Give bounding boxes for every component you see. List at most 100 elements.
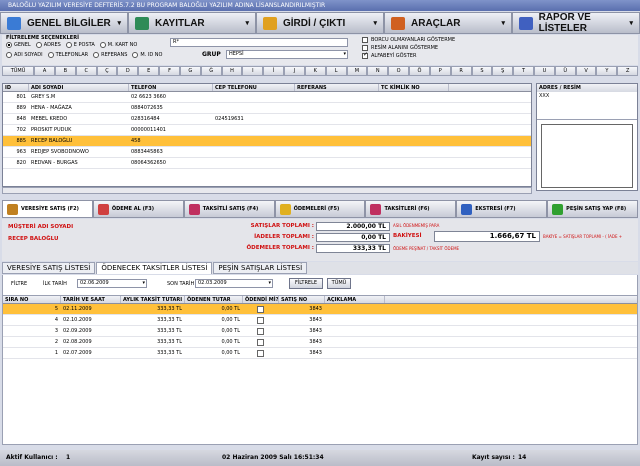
customer-row[interactable]: 963 REDJEP SVOBODNOWO 0883445863 [3, 147, 531, 158]
customer-row[interactable]: 885 RECEP BALOĞLU 458 [3, 136, 531, 147]
column-header[interactable]: TELEFON [129, 84, 213, 91]
group-select[interactable]: HEPSİ ▾ [226, 50, 348, 59]
filter-checkbox[interactable]: RESİM ALANINI GÖSTERME [362, 44, 455, 52]
calendar-dropdown-icon[interactable]: ▾ [268, 280, 271, 287]
list-tab-2[interactable]: PEŞİN SATIŞLAR LİSTESİ [213, 262, 308, 274]
customer-row[interactable]: 702 PROSKIT PUDUK 00000011401 [3, 125, 531, 136]
action-tab-0[interactable]: VERESİYE SATIŞ (F2) [2, 200, 93, 218]
calendar-dropdown-icon[interactable]: ▾ [142, 280, 145, 287]
letter-button[interactable]: A [34, 66, 55, 76]
letter-button[interactable]: C [75, 66, 97, 76]
letter-button[interactable]: U [534, 66, 555, 76]
list-tab-1[interactable]: ÖDENECEK TAKSİTLER LİSTESİ [96, 262, 213, 274]
action-tab-4[interactable]: TAKSİTLERİ (F6) [365, 200, 457, 218]
search-input[interactable]: R* [170, 38, 348, 47]
letter-button[interactable]: I [242, 66, 264, 76]
letter-button[interactable]: D [117, 66, 139, 76]
end-date-input[interactable]: 02.03.2009 ▾ [195, 279, 273, 288]
letter-button[interactable]: B [54, 66, 76, 76]
column-header[interactable]: ÖDENDİ Mİ? [243, 296, 279, 303]
installment-row[interactable]: 1 02.07.2009 333,33 TL 0,00 TL 3843 [3, 348, 637, 359]
filter-radio[interactable]: REFERANS [93, 52, 127, 58]
action-tab-3[interactable]: ÖDEMELERİ (F5) [274, 200, 366, 218]
paid-checkbox-cell [243, 337, 279, 347]
address-text[interactable]: XXX [537, 92, 637, 120]
statement-icon [461, 203, 473, 215]
letter-button[interactable]: Y [596, 66, 618, 76]
filter-radio[interactable]: E POSTA [65, 42, 95, 48]
column-header[interactable]: AYLIK TAKSİT TUTARI [121, 296, 185, 303]
letter-button[interactable]: TÜMÜ [2, 66, 35, 76]
letter-button[interactable]: M [346, 66, 368, 76]
letter-button[interactable]: P [429, 66, 451, 76]
letter-button[interactable]: T [513, 66, 534, 76]
installment-row[interactable]: 4 02.10.2009 333,33 TL 0,00 TL 3843 [3, 315, 637, 326]
all-button[interactable]: TÜMÜ [327, 278, 351, 289]
filter-radio[interactable]: M. KART NO [99, 42, 137, 48]
filter-button[interactable]: FİLTRELE [289, 278, 323, 289]
action-tab-5[interactable]: EKSTRESİ (F7) [456, 200, 548, 218]
menu-2[interactable]: GİRDİ / ÇIKTI ▾ [256, 12, 384, 34]
cell-paid: 0,00 TL [221, 317, 240, 323]
filter-radio[interactable]: TELEFONLAR [47, 52, 88, 58]
filter-radio[interactable]: GENEL [6, 42, 31, 48]
filter-checkbox[interactable]: ALFABEYİ GÖSTER [362, 51, 455, 60]
checkbox-icon[interactable] [257, 350, 264, 357]
filter-radio[interactable]: ADI SOYADI [6, 52, 43, 58]
filter-checkbox[interactable]: BORCU OLMAYANLARI GÖSTERME [362, 36, 455, 44]
customer-row[interactable]: 801 GREY S.M 02 6623 3660 [3, 92, 531, 103]
column-header[interactable]: ID [3, 84, 29, 91]
menu-1[interactable]: KAYITLAR ▾ [128, 12, 256, 34]
list-tab-0[interactable]: VERESİYE SATIŞ LİSTESİ [2, 262, 96, 274]
action-tab-6[interactable]: PEŞİN SATIŞ YAP (F8) [547, 200, 639, 218]
column-header[interactable]: ÖDENEN TUTAR [185, 296, 243, 303]
column-header[interactable]: SATIŞ NO [279, 296, 325, 303]
checkbox-icon[interactable] [257, 317, 264, 324]
menu-0[interactable]: GENEL BİLGİLER ▾ [0, 12, 128, 34]
column-header[interactable]: CEP TELEFONU [213, 84, 295, 91]
letter-button[interactable]: Ğ [200, 66, 222, 76]
installment-row[interactable]: 2 02.08.2009 333,33 TL 0,00 TL 3843 [3, 337, 637, 348]
customer-row[interactable]: 848 MEBEL KREDO 028316484 024519631 [3, 114, 531, 125]
letter-button[interactable]: R [450, 66, 472, 76]
letter-button[interactable]: Ü [554, 66, 576, 76]
letter-button[interactable]: F [159, 66, 180, 76]
checkbox-icon[interactable] [257, 339, 264, 346]
letter-button[interactable]: N [367, 66, 389, 76]
record-count-label: Kayıt sayısı : [472, 454, 515, 461]
letter-button[interactable]: J [284, 66, 305, 76]
letter-button[interactable]: Ç [96, 66, 118, 76]
column-header[interactable]: TARİH VE SAAT [61, 296, 121, 303]
letter-button[interactable]: H [221, 66, 243, 76]
column-header[interactable]: REFERANS [295, 84, 379, 91]
checkbox-icon[interactable] [257, 306, 264, 313]
letter-button[interactable]: K [304, 66, 326, 76]
menu-3[interactable]: ARAÇLAR ▾ [384, 12, 512, 34]
installment-row[interactable]: 5 02.11.2009 333,33 TL 0,00 TL 3843 [3, 304, 637, 315]
letter-button[interactable]: S [471, 66, 493, 76]
action-tab-2[interactable]: TAKSİTLİ SATIŞ (F4) [183, 200, 275, 218]
column-header[interactable]: SIRA NO [3, 296, 61, 303]
checkbox-icon[interactable] [257, 328, 264, 335]
column-header[interactable]: ADI SOYADI [29, 84, 129, 91]
filter-radio[interactable]: M. ID NO [132, 52, 162, 58]
customer-row[interactable]: 820 REDVAN - BURGAS 08064362650 [3, 158, 531, 169]
customer-row[interactable]: 889 HENA - MAĞAZA 0884072635 [3, 103, 531, 114]
letter-button[interactable]: E [138, 66, 160, 76]
filter-radio[interactable]: ADRES [35, 42, 61, 48]
action-tab-1[interactable]: ÖDEME AL (F3) [92, 200, 184, 218]
letter-button[interactable]: Ö [409, 66, 430, 76]
letter-button[interactable]: O [388, 66, 410, 76]
letter-button[interactable]: Ş [492, 66, 514, 76]
start-date-input[interactable]: 02.06.2009 ▾ [77, 279, 147, 288]
letter-button[interactable]: Z [617, 66, 639, 76]
menu-4[interactable]: RAPOR VE LİSTELER ▾ [512, 12, 640, 34]
horizontal-scrollbar[interactable] [2, 187, 532, 194]
installment-row[interactable]: 3 02.09.2009 333,33 TL 0,00 TL 3843 [3, 326, 637, 337]
letter-button[interactable]: G [179, 66, 201, 76]
column-header[interactable]: AÇIKLAMA [325, 296, 385, 303]
letter-button[interactable]: L [325, 66, 347, 76]
column-header[interactable]: TC KİMLİK NO [379, 84, 449, 91]
letter-button[interactable]: V [575, 66, 597, 76]
letter-button[interactable]: İ [263, 66, 285, 76]
